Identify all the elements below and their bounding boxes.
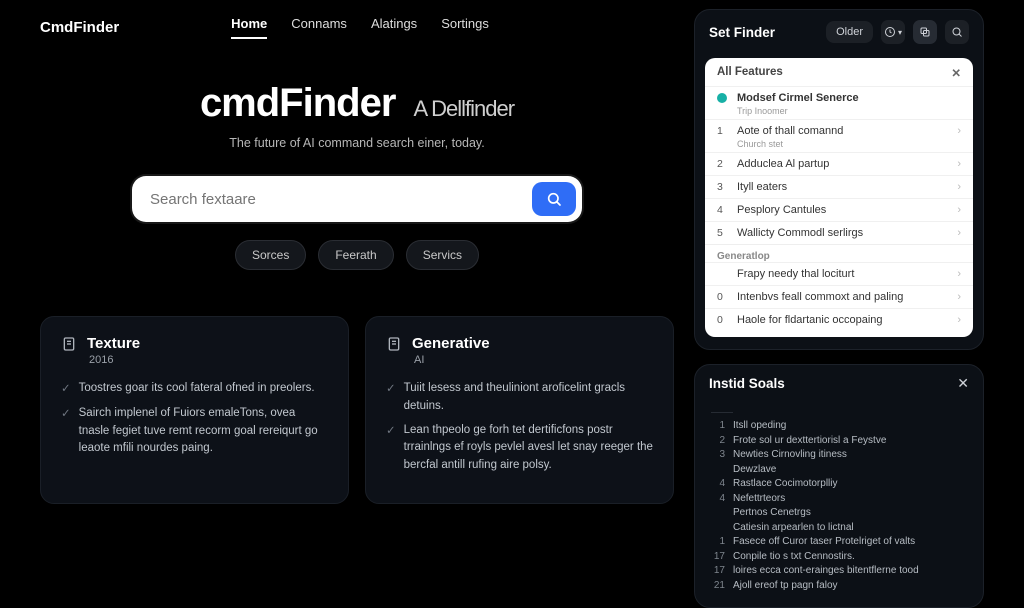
clock-icon bbox=[884, 26, 896, 38]
feature-num: 1 bbox=[717, 125, 727, 137]
feature-item[interactable]: 3 Ityll eaters › bbox=[705, 175, 973, 198]
list-item: 2Frote sol ur dexttertiorisl a Feystve bbox=[711, 434, 967, 449]
hero-tagline: The future of AI command search einer, t… bbox=[40, 136, 674, 150]
older-button[interactable]: Older bbox=[826, 21, 873, 43]
check-icon: ✓ bbox=[61, 406, 71, 458]
feature-label: Pesplory Cantules bbox=[737, 204, 947, 216]
list-item: 3Newties Cirnovling itiness bbox=[711, 448, 967, 463]
close-icon[interactable]: ✕ bbox=[957, 375, 969, 392]
card-generative[interactable]: Generative AI ✓Tuiit lesess and theulini… bbox=[365, 316, 674, 504]
chevron-down-icon: ▾ bbox=[898, 28, 902, 37]
search-icon bbox=[546, 191, 562, 207]
chevron-right-icon: › bbox=[957, 125, 961, 137]
feature-label: Modsef Cirmel Senerce bbox=[737, 92, 961, 104]
list-item: 21Ajoll ereof tp pagn faloy bbox=[711, 579, 967, 594]
chevron-right-icon: › bbox=[957, 291, 961, 303]
dot-icon bbox=[717, 93, 727, 103]
search-button[interactable] bbox=[532, 182, 576, 216]
hero-title: cmdFinder A Dellfinder bbox=[40, 81, 674, 126]
feature-item[interactable]: 4 Pesplory Cantules › bbox=[705, 198, 973, 221]
feature-num: 5 bbox=[717, 227, 727, 239]
chip-servics[interactable]: Servics bbox=[406, 240, 479, 270]
chevron-right-icon: › bbox=[957, 181, 961, 193]
chevron-right-icon: › bbox=[957, 268, 961, 280]
filter-chips: Sorces Feerath Servics bbox=[40, 240, 674, 270]
feature-label: Frapy needy thal lociturt bbox=[737, 268, 947, 280]
check-icon: ✓ bbox=[386, 381, 396, 416]
list-item: 17Conpile tio s txt Cennostirs. bbox=[711, 550, 967, 565]
feature-item[interactable]: 0 Haole for fldartanic occopaing › bbox=[705, 308, 973, 331]
top-nav: Home Connams Alatings Sortings bbox=[231, 16, 489, 39]
nav-alatings[interactable]: Alatings bbox=[371, 16, 417, 39]
feature-section: Generatlop bbox=[705, 244, 973, 262]
feature-num: 2 bbox=[717, 158, 727, 170]
instid-list: 1Itsll opeding 2Frote sol ur dexttertior… bbox=[711, 419, 967, 593]
nav-sortings[interactable]: Sortings bbox=[441, 16, 489, 39]
list-item: Dewzlave bbox=[711, 463, 967, 478]
list-item: 1Itsll opeding bbox=[711, 419, 967, 434]
feature-sublabel: Trip Inoomer bbox=[725, 106, 973, 116]
list-item: 4Nefettrteors bbox=[711, 492, 967, 507]
features-list: All Features ✕ Modsef Cirmel Senerce Tri… bbox=[705, 58, 973, 337]
feature-num: 0 bbox=[717, 314, 727, 326]
panel-title: Set Finder bbox=[709, 25, 775, 40]
feature-item[interactable]: 5 Wallicty Commodl serlirgs › bbox=[705, 221, 973, 244]
feature-item[interactable]: Frapy needy thal lociturt › bbox=[705, 262, 973, 285]
card-texture[interactable]: Texture 2016 ✓ Toostres goar its cool fat… bbox=[40, 316, 349, 504]
chevron-right-icon: › bbox=[957, 314, 961, 326]
chevron-right-icon: › bbox=[957, 204, 961, 216]
close-icon[interactable]: ✕ bbox=[951, 66, 961, 80]
feature-num: 4 bbox=[717, 204, 727, 216]
card-bullet: Lean thpeolo ge forh tet dertificfons po… bbox=[404, 422, 653, 475]
chevron-right-icon: › bbox=[957, 227, 961, 239]
card-title: Texture bbox=[87, 335, 140, 352]
set-finder-panel: Set Finder Older ▾ All bbox=[694, 9, 984, 350]
check-icon: ✓ bbox=[386, 423, 396, 475]
document-icon bbox=[61, 336, 77, 352]
copy-button[interactable] bbox=[913, 20, 937, 44]
instid-panel: Instid Soals ✕ 1Itsll opeding 2Frote sol… bbox=[694, 364, 984, 608]
clock-dropdown[interactable]: ▾ bbox=[881, 20, 905, 44]
card-subtitle: AI bbox=[414, 354, 653, 366]
feature-label: Adduclea Al partup bbox=[737, 158, 947, 170]
search-icon bbox=[951, 26, 963, 38]
divider bbox=[711, 412, 733, 413]
document-icon bbox=[386, 336, 402, 352]
features-header: All Features bbox=[717, 66, 783, 80]
search-bar[interactable] bbox=[132, 176, 582, 222]
search-panel-button[interactable] bbox=[945, 20, 969, 44]
feature-num: 3 bbox=[717, 181, 727, 193]
feature-label: Intenbvs feall commoxt and paling bbox=[737, 291, 947, 303]
card-bullet: Sairch implenel of Fuiors emaleTons, ove… bbox=[79, 405, 328, 458]
copy-icon bbox=[919, 26, 931, 38]
feature-label: Haole for fldartanic occopaing bbox=[737, 314, 947, 326]
feature-num: 0 bbox=[717, 291, 727, 303]
list-item: 4Rastlace Cocimotorplliy bbox=[711, 477, 967, 492]
search-input[interactable] bbox=[150, 191, 532, 208]
list-item: Catiesin arpearlen to lictnal bbox=[711, 521, 967, 536]
list-item: 1Fasece off Curor taser Protelriget of v… bbox=[711, 535, 967, 550]
card-bullet: Toostres goar its cool fateral ofned in … bbox=[79, 380, 315, 399]
feature-sublabel: Church stet bbox=[725, 139, 973, 149]
hero-title-main: cmdFinder bbox=[200, 81, 395, 125]
list-item: 17loires ecca cont-erainges bitentflerne… bbox=[711, 564, 967, 579]
feature-item[interactable]: 2 Adduclea Al partup › bbox=[705, 152, 973, 175]
hero-title-sub: A Dellfinder bbox=[414, 96, 515, 121]
feature-label: Wallicty Commodl serlirgs bbox=[737, 227, 947, 239]
feature-item[interactable]: 0 Intenbvs feall commoxt and paling › bbox=[705, 285, 973, 308]
check-icon: ✓ bbox=[61, 381, 71, 399]
brand-logo: CmdFinder bbox=[40, 19, 119, 36]
card-subtitle: 2016 bbox=[89, 354, 328, 366]
nav-home[interactable]: Home bbox=[231, 16, 267, 39]
list-item: Pertnos Cenetrgs bbox=[711, 506, 967, 521]
feature-label: Aote of thall comannd bbox=[737, 125, 947, 137]
nav-connams[interactable]: Connams bbox=[291, 16, 347, 39]
chip-feerath[interactable]: Feerath bbox=[318, 240, 393, 270]
panel-title: Instid Soals bbox=[709, 376, 785, 391]
card-title: Generative bbox=[412, 335, 490, 352]
chevron-right-icon: › bbox=[957, 158, 961, 170]
feature-label: Ityll eaters bbox=[737, 181, 947, 193]
card-bullet: Tuiit lesess and theuliniont aroficelint… bbox=[404, 380, 653, 416]
chip-sorces[interactable]: Sorces bbox=[235, 240, 306, 270]
